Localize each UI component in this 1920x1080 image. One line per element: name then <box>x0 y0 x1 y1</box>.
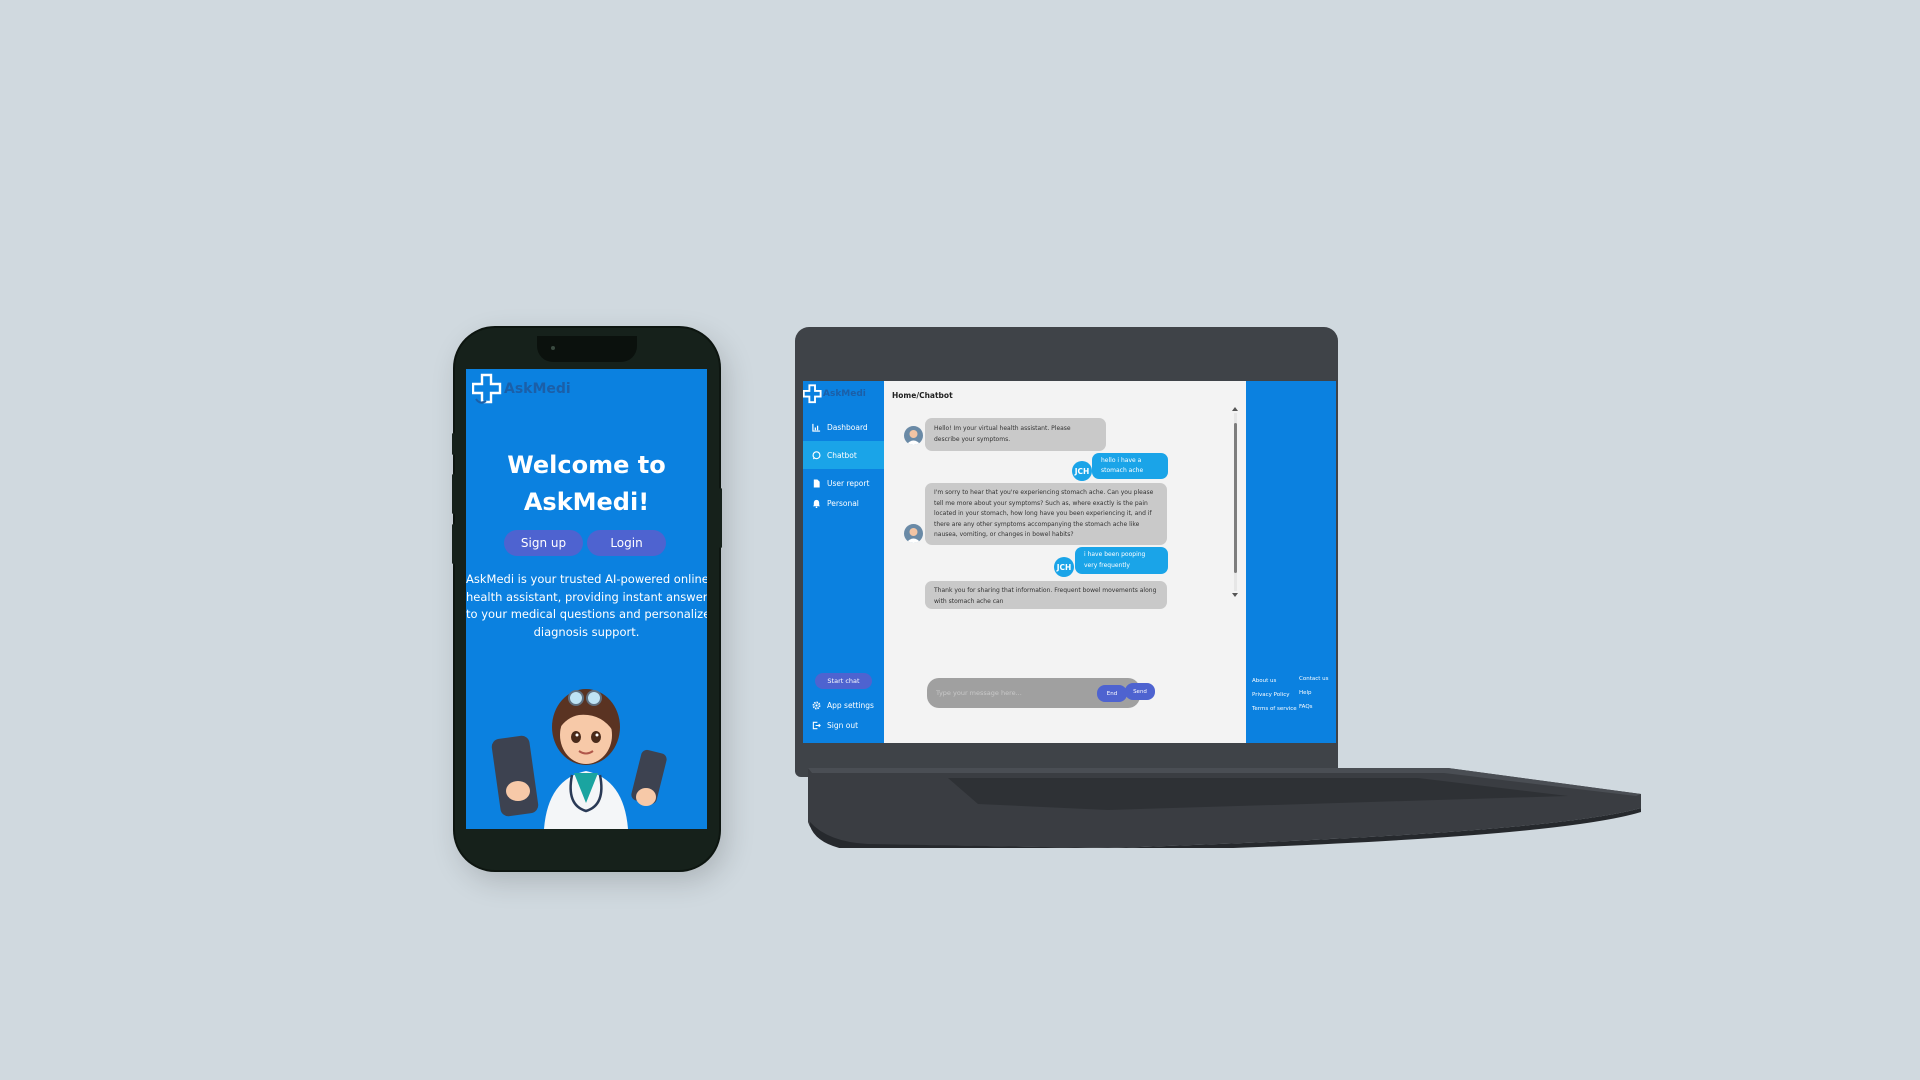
signup-button[interactable]: Sign up <box>504 530 583 556</box>
scrollbar-thumb[interactable] <box>1234 423 1237 573</box>
phone-volume-up <box>452 474 455 514</box>
document-icon <box>813 478 820 488</box>
scroll-up-arrow-icon[interactable] <box>1232 407 1238 411</box>
bot-message: Hello! Im your virtual health assistant.… <box>925 418 1106 451</box>
doctor-illustration <box>491 689 667 829</box>
gear-icon <box>812 701 821 709</box>
sidebar-item-personal[interactable]: Personal <box>803 489 884 517</box>
end-chat-button[interactable]: End <box>1097 685 1127 702</box>
breadcrumb: Home/Chatbot <box>892 391 953 400</box>
medical-cross-icon <box>472 373 502 404</box>
description-line: to your medical questions and personaliz… <box>466 607 707 621</box>
sidebar-item-label: Personal <box>827 498 859 508</box>
sign-out-link[interactable]: Sign out <box>803 717 884 733</box>
help-link[interactable]: Help <box>1299 690 1312 696</box>
phone-mute-switch <box>452 433 455 455</box>
logo-text: AskMedi <box>823 389 866 399</box>
auth-buttons: Sign up Login <box>504 530 666 556</box>
scroll-down-arrow-icon[interactable] <box>1232 593 1238 597</box>
footer-panel: About us Contact us Privacy Policy Help … <box>1246 381 1336 743</box>
doctor-avatar-icon <box>906 430 921 445</box>
bot-avatar <box>904 524 923 543</box>
welcome-line-1: Welcome to <box>507 451 666 479</box>
description-line: AskMedi is your trusted AI-powered onlin… <box>466 572 707 586</box>
sign-out-icon <box>812 721 821 729</box>
about-us-link[interactable]: About us <box>1252 678 1276 684</box>
description-line: health assistant, providing instant answ… <box>466 589 707 604</box>
bot-message: Thank you for sharing that information. … <box>925 581 1167 609</box>
faqs-link[interactable]: FAQs <box>1299 704 1313 710</box>
medical-cross-icon <box>803 384 822 404</box>
app-settings-label: App settings <box>827 700 874 710</box>
sign-out-label: Sign out <box>827 720 859 730</box>
sidebar-item-chatbot[interactable]: Chatbot <box>803 441 884 469</box>
chat-panel: Home/Chatbot Hello! Im your virtual heal… <box>884 381 1246 743</box>
laptop-screen: AskMedi Dashboard Chatbot User report Pe… <box>803 381 1336 743</box>
welcome-line-2: AskMedi! <box>523 488 650 516</box>
user-message: i have been pooping very frequently <box>1075 547 1168 574</box>
app-settings-link[interactable]: App settings <box>803 697 884 713</box>
sidebar-item-label: Dashboard <box>827 422 868 432</box>
chat-bubble-icon <box>812 450 821 459</box>
bar-chart-icon <box>812 423 821 432</box>
terms-of-service-link[interactable]: Terms of service <box>1252 706 1297 712</box>
start-chat-button[interactable]: Start chat <box>815 673 872 689</box>
phone-screen: AskMedi Welcome to AskMedi! Sign up Logi… <box>466 369 707 829</box>
sidebar: AskMedi Dashboard Chatbot User report Pe… <box>803 381 884 743</box>
bot-avatar <box>904 426 923 445</box>
bell-icon <box>812 499 821 508</box>
welcome-heading: Welcome to AskMedi! <box>466 447 707 521</box>
privacy-policy-link[interactable]: Privacy Policy <box>1252 692 1289 698</box>
user-avatar: JCH <box>1072 461 1092 481</box>
user-message: hello i have a stomach ache <box>1092 453 1168 479</box>
phone-volume-down <box>452 524 455 564</box>
logo-text: AskMedi <box>504 381 571 397</box>
laptop-base <box>808 768 1641 848</box>
app-description: AskMedi is your trusted AI-powered onlin… <box>466 571 707 641</box>
doctor-avatar-icon <box>906 528 921 543</box>
user-avatar: JCH <box>1054 557 1074 577</box>
sidebar-item-dashboard[interactable]: Dashboard <box>803 413 884 441</box>
app-logo: AskMedi <box>472 373 571 405</box>
login-button[interactable]: Login <box>587 530 666 556</box>
bot-message: I'm sorry to hear that you're experienci… <box>925 483 1167 545</box>
app-logo: AskMedi <box>803 384 866 404</box>
sidebar-item-label: Chatbot <box>827 450 857 460</box>
send-button[interactable]: Send <box>1125 683 1155 700</box>
phone-mockup: AskMedi Welcome to AskMedi! Sign up Logi… <box>452 328 722 870</box>
phone-power-button <box>719 488 722 548</box>
sidebar-item-label: User report <box>827 478 870 488</box>
description-line: diagnosis support. <box>533 624 640 639</box>
phone-camera <box>551 346 555 350</box>
contact-us-link[interactable]: Contact us <box>1299 676 1329 682</box>
